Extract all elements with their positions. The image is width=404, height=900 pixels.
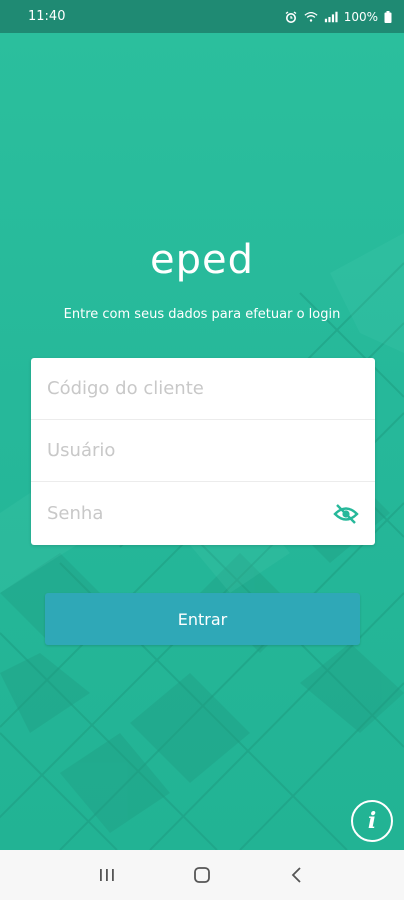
login-button[interactable]: Entrar bbox=[45, 593, 360, 645]
client-code-field-row bbox=[31, 358, 375, 420]
app-logo: eped bbox=[150, 237, 254, 283]
recent-apps-button[interactable] bbox=[87, 855, 127, 895]
alarm-icon bbox=[285, 10, 297, 23]
login-screen: eped Entre com seus dados para efetuar o… bbox=[0, 33, 404, 850]
info-icon: i bbox=[367, 808, 377, 834]
back-button[interactable] bbox=[277, 855, 317, 895]
system-nav-bar bbox=[0, 850, 404, 900]
client-code-input[interactable] bbox=[47, 378, 359, 399]
login-subtitle: Entre com seus dados para efetuar o logi… bbox=[63, 307, 341, 322]
login-form bbox=[31, 358, 375, 545]
username-field-row bbox=[31, 420, 375, 482]
eye-off-icon[interactable] bbox=[333, 503, 359, 525]
status-icons: 100% bbox=[284, 10, 392, 24]
username-input[interactable] bbox=[47, 440, 359, 461]
signal-icon bbox=[324, 11, 338, 22]
back-icon bbox=[291, 867, 301, 883]
info-button[interactable]: i bbox=[351, 800, 393, 842]
recent-apps-icon bbox=[100, 869, 115, 881]
battery-icon bbox=[384, 10, 392, 23]
status-time: 11:40 bbox=[28, 9, 66, 24]
status-bar: 11:40 100% bbox=[0, 0, 404, 33]
battery-percent: 100% bbox=[343, 9, 378, 24]
password-input[interactable] bbox=[47, 503, 333, 524]
password-field-row bbox=[31, 482, 375, 545]
home-icon bbox=[194, 867, 210, 883]
home-button[interactable] bbox=[182, 855, 222, 895]
wifi-icon bbox=[304, 11, 318, 22]
